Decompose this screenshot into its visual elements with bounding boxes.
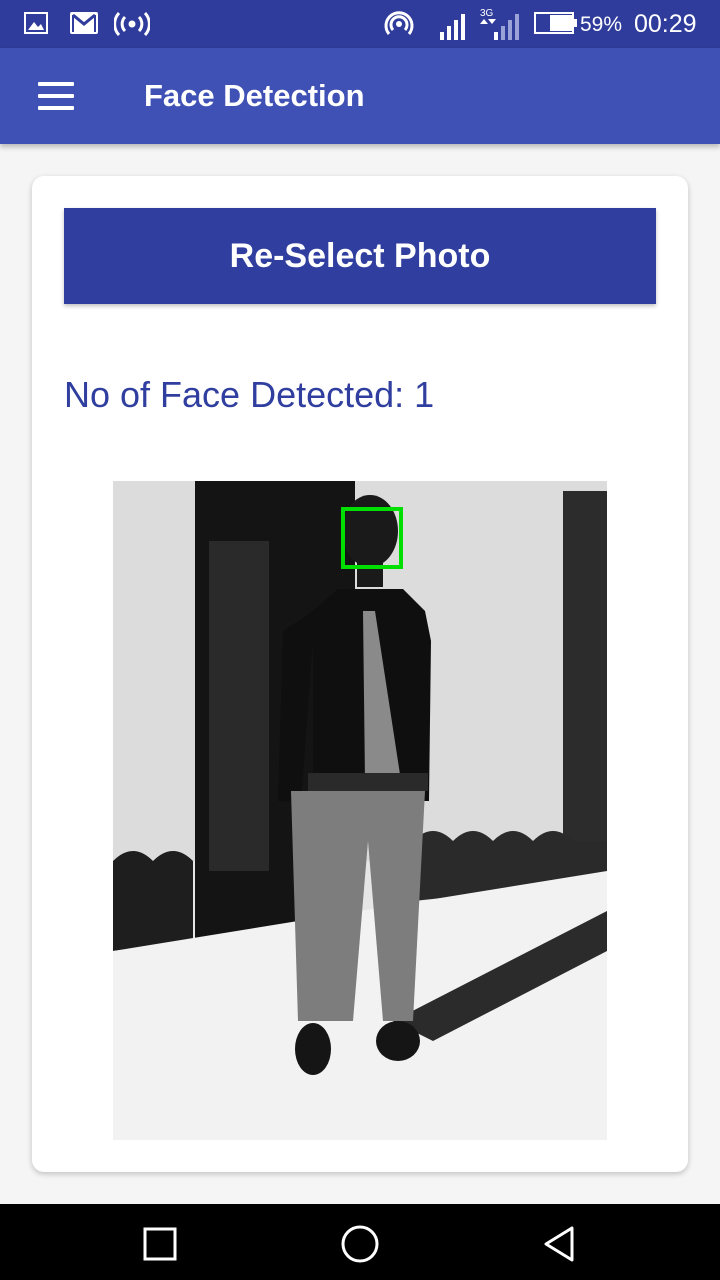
detected-photo xyxy=(113,481,607,1140)
wireless-broadcast-icon xyxy=(114,12,150,36)
network-type-label: 3G xyxy=(480,8,494,19)
battery-percent: 59% xyxy=(580,13,623,36)
face-detection-box xyxy=(341,507,403,569)
gmail-icon xyxy=(70,12,98,34)
hamburger-menu-icon[interactable] xyxy=(36,82,76,112)
clock: 00:29 xyxy=(634,10,697,38)
signal-3g-icon: 3G xyxy=(480,8,519,40)
navigation-bar xyxy=(0,1204,720,1280)
back-icon[interactable] xyxy=(538,1222,582,1266)
content-card: Re-Select Photo No of Face Detected: 1 xyxy=(32,176,688,1172)
photo-image xyxy=(113,481,607,1140)
gallery-icon xyxy=(24,12,48,34)
status-bar: 3G 59% 00:29 xyxy=(0,0,720,48)
recent-apps-icon[interactable] xyxy=(138,1222,182,1266)
page-title: Face Detection xyxy=(144,78,365,113)
home-icon[interactable] xyxy=(338,1222,382,1266)
reselect-photo-button[interactable]: Re-Select Photo xyxy=(64,208,656,304)
battery-icon xyxy=(534,12,577,34)
app-bar: Face Detection xyxy=(0,48,720,144)
face-count-label: No of Face Detected: 1 xyxy=(64,374,435,415)
hotspot-icon xyxy=(384,11,414,35)
signal-icon xyxy=(440,14,465,40)
